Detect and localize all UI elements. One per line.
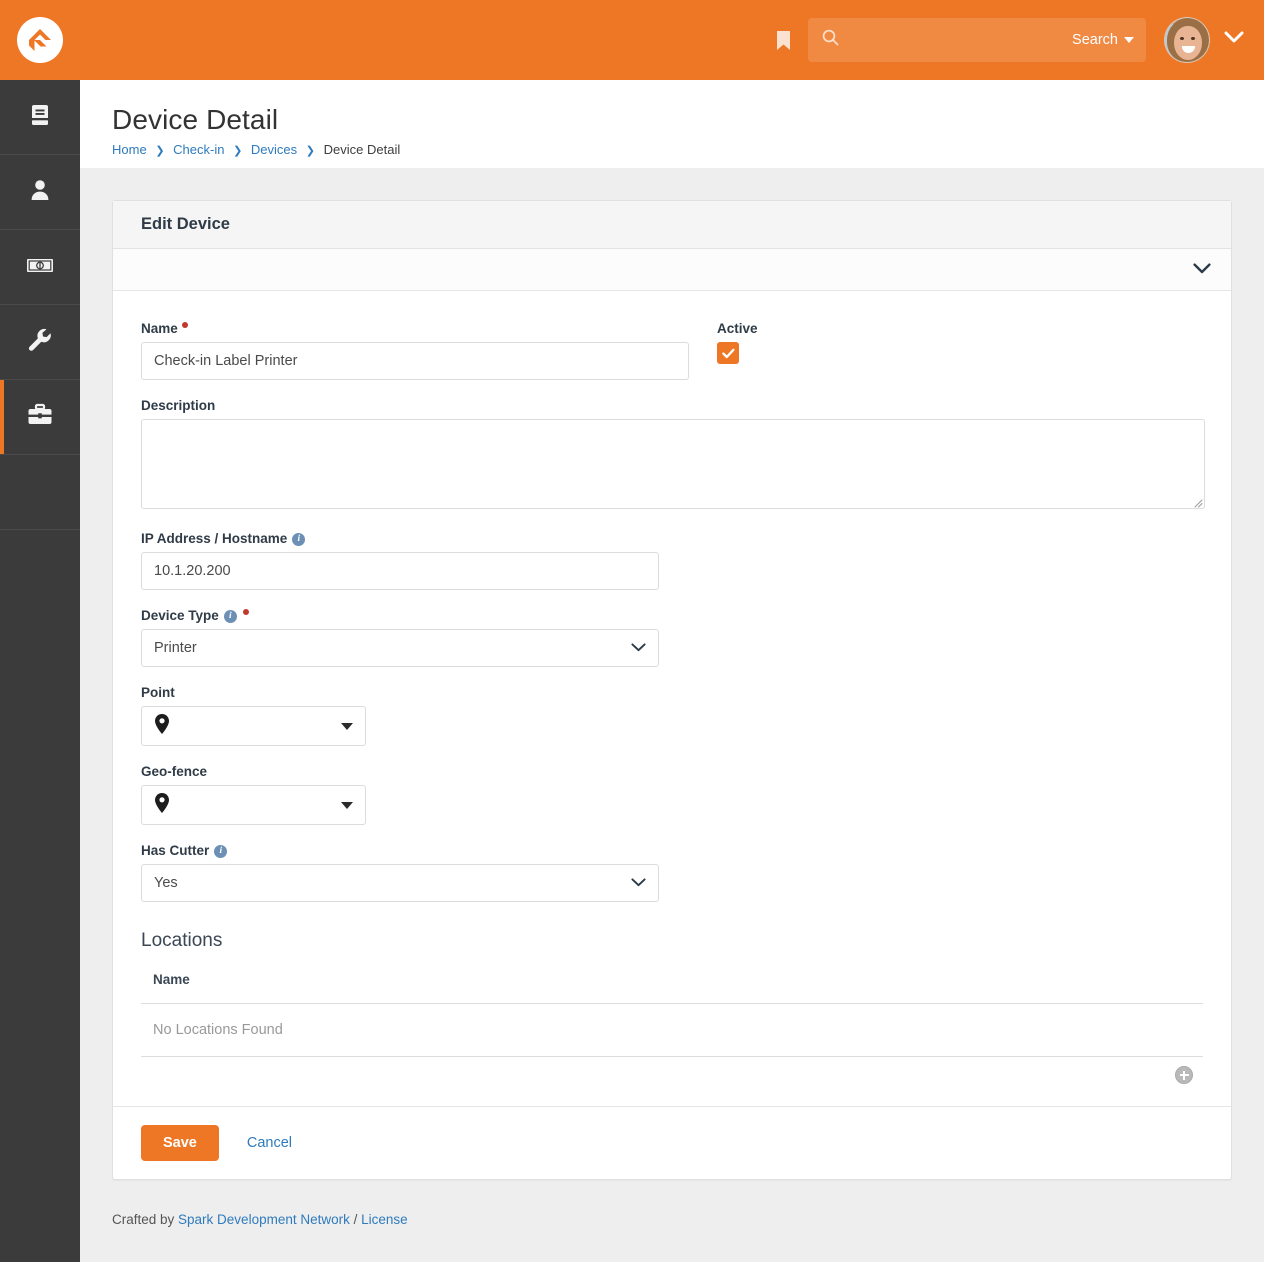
grid-empty-row: No Locations Found xyxy=(141,1003,1203,1057)
user-menu[interactable] xyxy=(1156,17,1264,63)
info-icon[interactable]: i xyxy=(214,844,228,858)
footer-separator: / xyxy=(349,1212,362,1227)
device-type-label-text: Device Type xyxy=(141,608,219,623)
sidebar-item-spacer xyxy=(0,455,80,530)
active-checkbox[interactable] xyxy=(717,342,739,364)
wrench-icon xyxy=(26,326,54,359)
geofence-picker[interactable] xyxy=(141,785,366,825)
briefcase-icon xyxy=(26,402,54,433)
icon-sidebar xyxy=(0,80,80,1262)
name-label: Name xyxy=(141,321,689,336)
device-type-select[interactable]: Printer xyxy=(141,629,659,667)
panel-heading: Edit Device xyxy=(113,201,1231,249)
locations-section: Locations Name No Locations Found xyxy=(141,930,1203,1088)
geofence-field-group: Geo-fence xyxy=(141,764,1203,825)
device-type-field-group: Device Type i Printer xyxy=(141,608,1203,667)
main-content: Device Detail Home ❯ Check-in ❯ Devices … xyxy=(80,80,1264,1262)
active-field-group: Active xyxy=(689,321,1203,398)
has-cutter-label-text: Has Cutter xyxy=(141,843,210,858)
search-input[interactable] xyxy=(839,31,1073,49)
caret-down-icon xyxy=(1124,37,1134,43)
description-label: Description xyxy=(141,398,216,413)
active-label: Active xyxy=(717,321,758,336)
money-icon xyxy=(25,252,55,283)
add-location-button[interactable] xyxy=(1175,1066,1193,1084)
page-header: Device Detail Home ❯ Check-in ❯ Devices … xyxy=(80,80,1264,168)
point-picker[interactable] xyxy=(141,706,366,746)
bookmark-icon[interactable] xyxy=(766,20,800,60)
panel-collapse-bar[interactable] xyxy=(113,249,1231,291)
name-field-group: Name xyxy=(141,321,689,398)
grid-header-row: Name xyxy=(141,972,1203,1004)
locations-grid: Name No Locations Found xyxy=(141,972,1203,1057)
name-label-text: Name xyxy=(141,321,178,336)
breadcrumb-separator-icon: ❯ xyxy=(155,145,165,157)
row-name-active: Name Active xyxy=(141,321,1203,398)
caret-down-icon xyxy=(341,801,353,809)
grid-footer xyxy=(141,1057,1203,1088)
ip-field-group: IP Address / Hostname i xyxy=(141,531,1203,590)
description-textarea[interactable] xyxy=(141,419,1205,509)
ip-label: IP Address / Hostname i xyxy=(141,531,1203,546)
map-pin-icon xyxy=(154,713,170,740)
logo-link[interactable] xyxy=(0,0,80,80)
save-button[interactable]: Save xyxy=(141,1125,219,1161)
rock-rms-logo xyxy=(17,17,63,63)
top-navbar: Search xyxy=(0,0,1264,80)
chevron-down-icon[interactable] xyxy=(1193,261,1211,279)
breadcrumb-item-devices[interactable]: Devices xyxy=(251,142,297,157)
search-icon xyxy=(822,29,839,51)
device-type-label: Device Type i xyxy=(141,608,1203,623)
breadcrumb-separator-icon: ❯ xyxy=(305,145,316,157)
chevron-down-icon[interactable] xyxy=(1224,31,1244,49)
point-field-group: Point xyxy=(141,685,1203,746)
required-indicator xyxy=(242,609,249,615)
has-cutter-label: Has Cutter i xyxy=(141,843,1203,858)
empty-message: No Locations Found xyxy=(141,1003,1203,1057)
required-indicator xyxy=(181,322,188,328)
point-label: Point xyxy=(141,685,175,700)
breadcrumb-item-home[interactable]: Home xyxy=(112,142,147,157)
ip-address-input[interactable] xyxy=(141,552,659,590)
sidebar-item-people[interactable] xyxy=(0,155,80,230)
breadcrumb-separator-icon: ❯ xyxy=(233,145,243,157)
map-pin-icon xyxy=(154,792,170,819)
sidebar-item-admin-tools[interactable] xyxy=(0,305,80,380)
has-cutter-select[interactable]: Yes xyxy=(141,864,659,902)
sidebar-item-tools[interactable] xyxy=(0,380,80,455)
sidebar-item-cms[interactable] xyxy=(0,80,80,155)
sidebar-item-finance[interactable] xyxy=(0,230,80,305)
panel-body: Name Active xyxy=(113,291,1231,1106)
page-title: Device Detail xyxy=(112,104,279,135)
page-footer: Crafted by Spark Development Network / L… xyxy=(80,1180,1264,1259)
ip-label-text: IP Address / Hostname xyxy=(141,531,288,546)
description-field-group: Description xyxy=(141,398,1205,509)
info-icon[interactable]: i xyxy=(292,532,306,546)
breadcrumb: Home ❯ Check-in ❯ Devices ❯ Device Detai… xyxy=(112,142,1232,157)
search-box[interactable]: Search xyxy=(808,18,1146,62)
breadcrumb-item-checkin[interactable]: Check-in xyxy=(173,142,224,157)
cancel-button[interactable]: Cancel xyxy=(233,1125,306,1161)
name-input[interactable] xyxy=(141,342,689,380)
panel-title: Edit Device xyxy=(141,215,230,233)
footer-org-link[interactable]: Spark Development Network xyxy=(178,1212,350,1227)
avatar[interactable] xyxy=(1164,17,1210,63)
info-icon[interactable]: i xyxy=(223,609,237,623)
search-scope-dropdown[interactable]: Search xyxy=(1072,32,1134,48)
panel-actions: Save Cancel xyxy=(113,1106,1231,1179)
book-icon xyxy=(27,102,53,133)
search-scope-label: Search xyxy=(1072,32,1118,48)
footer-license-link[interactable]: License xyxy=(361,1212,408,1227)
person-icon xyxy=(27,177,53,208)
breadcrumb-item-current: Device Detail xyxy=(323,142,401,157)
edit-device-panel: Edit Device Name Check-in Label Printer … xyxy=(112,200,1232,1180)
column-header-name[interactable]: Name xyxy=(141,972,1203,1004)
has-cutter-field-group: Has Cutter i Yes xyxy=(141,843,1203,902)
footer-prefix: Crafted by xyxy=(112,1212,179,1227)
locations-title: Locations xyxy=(141,930,223,951)
caret-down-icon xyxy=(341,722,353,730)
geofence-label: Geo-fence xyxy=(141,764,208,779)
